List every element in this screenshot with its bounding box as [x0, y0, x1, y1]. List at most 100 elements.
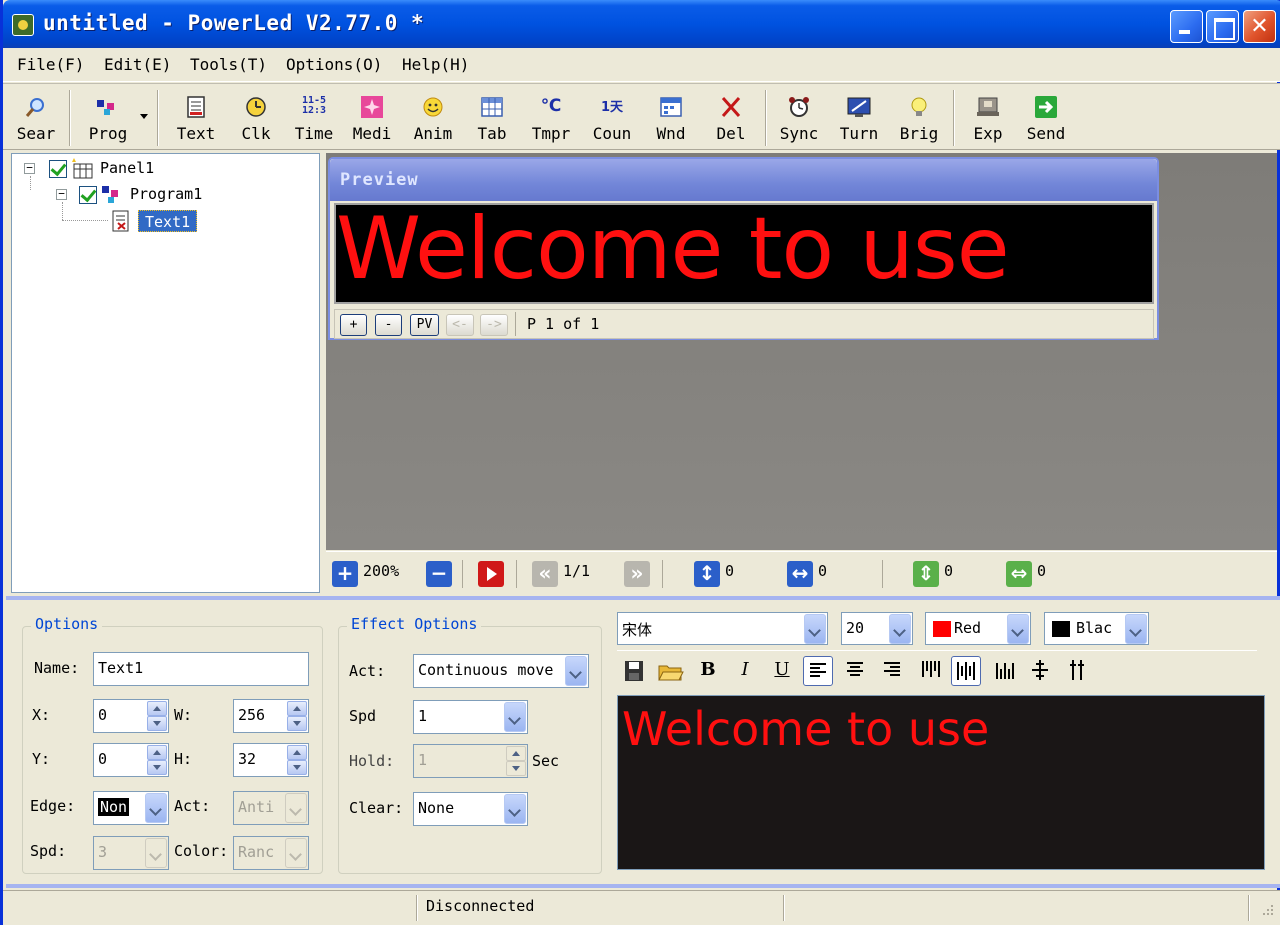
valign-top-icon[interactable]	[915, 656, 945, 686]
search-button[interactable]: Sear	[13, 92, 59, 144]
align-left-icon[interactable]	[803, 656, 833, 686]
italic-button[interactable]: I	[730, 656, 760, 686]
preview-prev-button[interactable]: <-	[446, 314, 474, 336]
w-spinner[interactable]	[287, 701, 307, 731]
app-icon	[12, 14, 34, 36]
maximize-button[interactable]	[1206, 10, 1239, 43]
open-folder-icon[interactable]	[655, 656, 685, 686]
close-button[interactable]: ✕	[1243, 10, 1276, 43]
h-spinner[interactable]	[287, 745, 307, 775]
prog-dropdown-arrow-icon[interactable]	[140, 114, 148, 119]
w-input[interactable]: 256	[233, 699, 309, 733]
underline-button[interactable]: U	[767, 656, 797, 686]
preview-next-button[interactable]: ->	[480, 314, 508, 336]
effect-action-select[interactable]: Continuous move	[413, 654, 589, 688]
prev-page-icon[interactable]: «	[532, 561, 558, 587]
zoom-out-icon[interactable]: −	[426, 561, 452, 587]
program-icon	[100, 184, 122, 206]
y-spinner[interactable]	[147, 745, 167, 775]
panel-checkbox[interactable]	[49, 160, 67, 178]
edge-act-dropdown-icon[interactable]	[285, 793, 307, 823]
align-right-icon[interactable]	[877, 656, 907, 686]
font-size-select[interactable]: 20	[841, 612, 913, 645]
export-button[interactable]: Exp	[965, 92, 1011, 144]
effect-speed-dropdown-icon[interactable]	[504, 702, 526, 732]
next-page-icon[interactable]: »	[624, 561, 650, 587]
menu-help[interactable]: Help(H)	[402, 55, 469, 74]
play-icon[interactable]	[478, 561, 504, 587]
brightness-button[interactable]: Brig	[896, 92, 942, 144]
background-color-select[interactable]: Blac	[1044, 612, 1149, 645]
preview-zoom-out-button[interactable]: -	[375, 314, 402, 336]
move-horizontal-icon[interactable]: ↔	[787, 561, 813, 587]
tree-item-program[interactable]: Program1	[130, 183, 202, 205]
hold-time-input[interactable]: 1	[413, 744, 528, 778]
y-input[interactable]: 0	[93, 743, 169, 777]
preview-pv-button[interactable]: PV	[410, 314, 439, 336]
x-input[interactable]: 0	[93, 699, 169, 733]
delete-button[interactable]: Del	[708, 92, 754, 144]
add-temperature-button[interactable]: ℃ Tmpr	[528, 92, 574, 144]
tree-collapse-program-icon[interactable]: −	[56, 188, 67, 200]
edge-select[interactable]: Non	[93, 791, 169, 825]
x-spinner[interactable]	[147, 701, 167, 731]
clear-effect-dropdown-icon[interactable]	[504, 794, 526, 824]
resize-grip-icon[interactable]	[1261, 903, 1275, 917]
add-media-button[interactable]: Medi	[349, 92, 395, 144]
text-color-dropdown-icon[interactable]	[1007, 614, 1029, 644]
tree-item-panel[interactable]: Panel1	[100, 157, 154, 179]
add-animation-button[interactable]: Anim	[410, 92, 456, 144]
add-time-button[interactable]: 11-5 12:3 Time	[291, 92, 337, 144]
minimize-button[interactable]	[1170, 10, 1203, 43]
resize-horizontal-icon[interactable]: ⇔	[1006, 561, 1032, 587]
char-spacing-icon[interactable]	[1062, 656, 1092, 686]
font-size-dropdown-icon[interactable]	[889, 614, 911, 644]
edge-color-select[interactable]: Ranc	[233, 836, 309, 870]
hold-spinner[interactable]	[506, 746, 526, 776]
text-editor[interactable]: Welcome to use	[617, 695, 1265, 870]
send-button[interactable]: Send	[1023, 92, 1069, 144]
font-family-dropdown-icon[interactable]	[804, 614, 826, 644]
edge-speed-dropdown-icon[interactable]	[145, 838, 167, 868]
line-spacing-icon[interactable]	[1025, 656, 1055, 686]
menu-tools[interactable]: Tools(T)	[190, 55, 267, 74]
edge-speed-select[interactable]: 3	[93, 836, 169, 870]
effect-action-dropdown-icon[interactable]	[565, 656, 587, 686]
bold-button[interactable]: B	[693, 656, 723, 686]
tree-collapse-panel-icon[interactable]: −	[24, 162, 35, 174]
program-checkbox[interactable]	[79, 186, 97, 204]
edge-color-dropdown-icon[interactable]	[285, 838, 307, 868]
effect-speed-select[interactable]: 1	[413, 700, 528, 734]
edge-dropdown-icon[interactable]	[145, 793, 167, 823]
move-horizontal-value: 0	[818, 562, 828, 580]
add-text-button[interactable]: Text	[173, 92, 219, 144]
save-icon[interactable]	[619, 656, 649, 686]
edge-act-select[interactable]: Anti	[233, 791, 309, 825]
clear-effect-select[interactable]: None	[413, 792, 528, 826]
add-clock-button[interactable]: Clk	[233, 92, 279, 144]
valign-middle-icon[interactable]	[951, 656, 981, 686]
send-arrow-icon	[1033, 96, 1059, 118]
align-center-icon[interactable]	[840, 656, 870, 686]
move-vertical-icon[interactable]: ↕	[694, 561, 720, 587]
background-color-dropdown-icon[interactable]	[1125, 614, 1147, 644]
text-color-select[interactable]: Red	[925, 612, 1031, 645]
menu-options[interactable]: Options(O)	[286, 55, 382, 74]
h-input[interactable]: 32	[233, 743, 309, 777]
preview-zoom-in-button[interactable]: +	[340, 314, 367, 336]
name-input[interactable]: Text1	[93, 652, 309, 686]
turn-button[interactable]: Turn	[836, 92, 882, 144]
resize-vertical-icon[interactable]: ⇕	[913, 561, 939, 587]
menu-edit[interactable]: Edit(E)	[104, 55, 171, 74]
menu-file[interactable]: File(F)	[17, 55, 84, 74]
add-table-button[interactable]: Tab	[469, 92, 515, 144]
tree-item-text[interactable]: Text1	[138, 210, 198, 232]
preview-title-bar: Preview	[330, 159, 1157, 201]
valign-bottom-icon[interactable]	[989, 656, 1019, 686]
sync-button[interactable]: Sync	[776, 92, 822, 144]
zoom-in-icon[interactable]: +	[332, 561, 358, 587]
program-button[interactable]: Prog	[83, 92, 133, 144]
add-counter-button[interactable]: 1天 Coun	[587, 92, 637, 144]
add-window-button[interactable]: Wnd	[648, 92, 694, 144]
font-family-select[interactable]: 宋体	[617, 612, 828, 645]
